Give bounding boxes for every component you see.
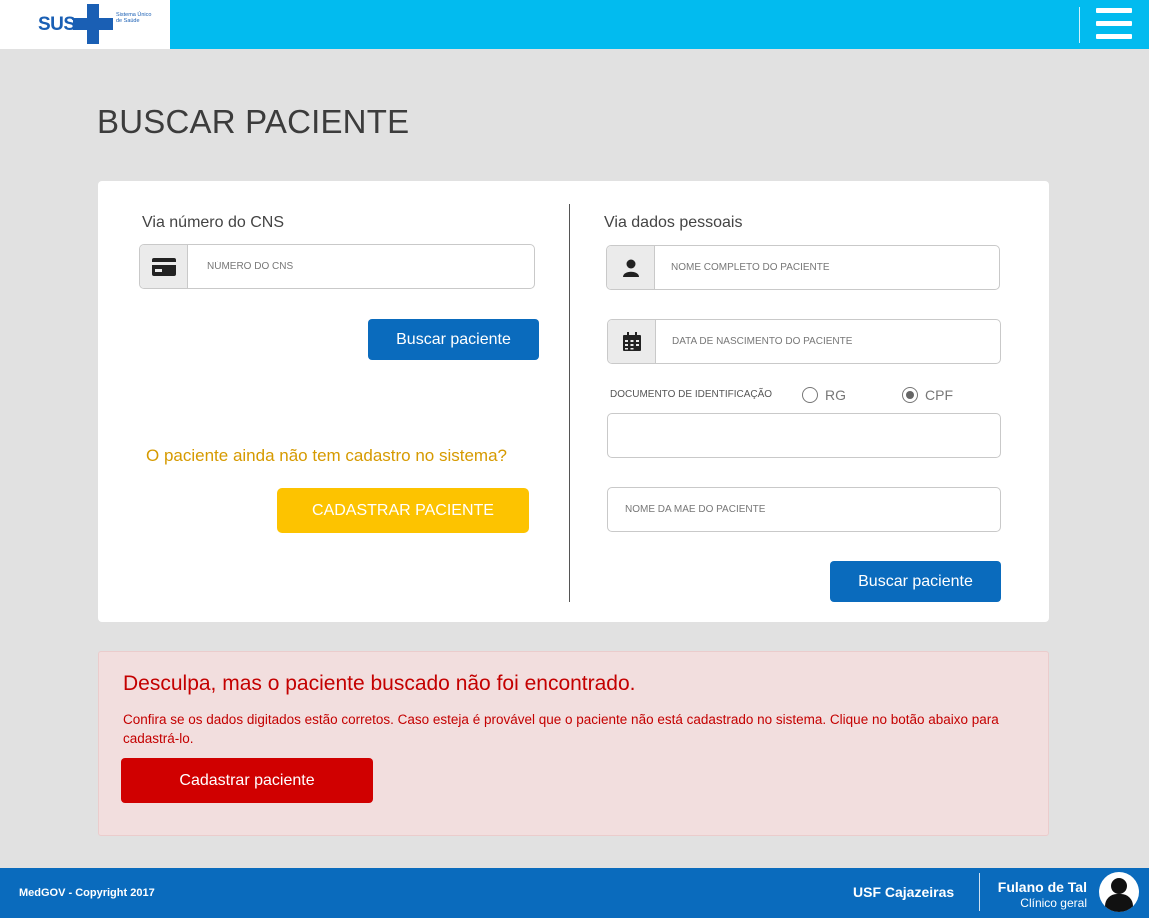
footer: MedGOV - Copyright 2017 USF Cajazeiras F… <box>0 868 1149 918</box>
no-record-question: O paciente ainda não tem cadastro no sis… <box>146 446 507 465</box>
radio-cpf[interactable]: CPF <box>902 387 953 403</box>
user-role: Clínico geral <box>1020 896 1087 910</box>
cns-input[interactable] <box>207 245 527 288</box>
cns-search-button[interactable]: Buscar paciente <box>368 319 539 360</box>
calendar-icon <box>608 320 656 363</box>
cns-field[interactable] <box>139 244 535 289</box>
cross-icon <box>73 4 113 44</box>
personal-section-title: Via dados pessoais <box>604 214 743 231</box>
user-name: Fulano de Tal <box>997 879 1087 895</box>
card-icon <box>140 245 188 288</box>
menu-divider <box>1079 7 1080 43</box>
doc-type-label: DOCUMENTO DE IDENTIFICAÇÃO <box>610 389 773 400</box>
alert-message: Confira se os dados digitados estão corr… <box>123 712 999 746</box>
page-title: BUSCAR PACIENTE <box>97 103 410 140</box>
patient-name-field[interactable] <box>606 245 1000 290</box>
radio-rg-circle[interactable] <box>802 387 818 403</box>
radio-rg[interactable]: RG <box>802 387 846 403</box>
search-card: Via número do CNS Buscar paciente O paci… <box>98 181 1049 622</box>
hamburger-menu-icon[interactable] <box>1096 8 1132 40</box>
footer-divider <box>979 873 980 911</box>
alert-title: Desculpa, mas o paciente buscado não foi… <box>123 672 636 695</box>
user-icon <box>607 246 655 289</box>
document-input[interactable] <box>624 414 994 457</box>
birth-date-input[interactable] <box>672 320 992 363</box>
register-patient-button[interactable]: CADASTRAR PACIENTE <box>277 488 529 533</box>
mother-name-field[interactable] <box>607 487 1001 532</box>
radio-cpf-circle[interactable] <box>902 387 918 403</box>
radio-rg-label: RG <box>825 387 846 403</box>
copyright: MedGOV - Copyright 2017 <box>19 887 155 899</box>
personal-search-button[interactable]: Buscar paciente <box>830 561 1001 602</box>
sus-logo[interactable]: SUS Sistema Único de Saúde <box>0 0 170 49</box>
top-bar: SUS Sistema Único de Saúde <box>0 0 1149 49</box>
logo-subtext: Sistema Único de Saúde <box>116 12 152 24</box>
patient-name-input[interactable] <box>671 246 991 289</box>
alert-register-button[interactable]: Cadastrar paciente <box>121 758 373 803</box>
birth-date-field[interactable] <box>607 319 1001 364</box>
section-divider <box>569 204 570 602</box>
document-field[interactable] <box>607 413 1001 458</box>
avatar-icon[interactable] <box>1099 872 1139 912</box>
health-unit: USF Cajazeiras <box>853 884 955 900</box>
radio-cpf-label: CPF <box>925 387 953 403</box>
not-found-alert: Desculpa, mas o paciente buscado não foi… <box>98 651 1049 836</box>
mother-name-input[interactable] <box>625 488 995 531</box>
cns-section-title: Via número do CNS <box>142 214 284 231</box>
logo-text: SUS <box>38 14 76 35</box>
